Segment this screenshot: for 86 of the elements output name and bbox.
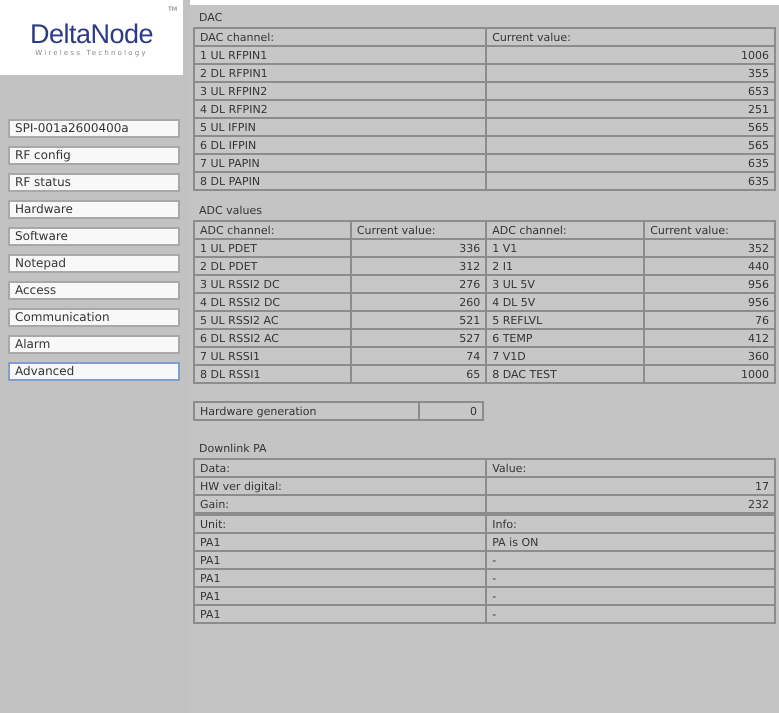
table-cell: 7 V1D xyxy=(486,347,644,365)
table-cell: HW ver digital: xyxy=(194,477,486,495)
sidebar-item[interactable]: Software xyxy=(8,227,180,246)
table-cell: PA1 xyxy=(194,569,486,587)
table-cell: 3 UL RFPIN2 xyxy=(194,82,486,100)
table-cell: 4 DL RFPIN2 xyxy=(194,100,486,118)
table-cell: 1 V1 xyxy=(486,239,644,257)
table-cell: 0 xyxy=(419,402,483,420)
table-cell: 2 DL PDET xyxy=(194,257,351,275)
table-cell: 565 xyxy=(486,136,775,154)
table-cell: 635 xyxy=(486,154,775,172)
table-cell: 8 DL PAPIN xyxy=(194,172,486,190)
table-cell: - xyxy=(486,587,775,605)
table-cell: - xyxy=(486,551,775,569)
table-cell: 7 UL PAPIN xyxy=(194,154,486,172)
table-cell: 2 DL RFPIN1 xyxy=(194,64,486,82)
table-cell: 521 xyxy=(350,311,486,329)
column-header: ADC channel: xyxy=(486,221,644,239)
sidebar-item[interactable]: Communication xyxy=(8,308,180,327)
sidebar-item[interactable]: SPI-001a2600400a xyxy=(8,119,180,138)
sidebar-item[interactable]: Notepad xyxy=(8,254,180,273)
table-cell: - xyxy=(486,605,775,623)
table-cell: 4 DL RSSI2 DC xyxy=(194,293,351,311)
table-cell: 336 xyxy=(350,239,486,257)
table-cell: 6 TEMP xyxy=(486,329,644,347)
column-header: Current value: xyxy=(644,221,775,239)
table-cell: 312 xyxy=(350,257,486,275)
table-cell: 2 I1 xyxy=(486,257,644,275)
sidebar-item[interactable]: RF status xyxy=(8,173,180,192)
table-cell: 565 xyxy=(486,118,775,136)
table-cell: - xyxy=(486,569,775,587)
table-cell: 956 xyxy=(644,275,775,293)
table-cell: Hardware generation xyxy=(194,402,420,420)
table-cell: 5 UL IFPIN xyxy=(194,118,486,136)
table-cell: 440 xyxy=(644,257,775,275)
table-cell: 65 xyxy=(350,365,486,383)
table-cell: 3 UL 5V xyxy=(486,275,644,293)
table-cell: 76 xyxy=(644,311,775,329)
table-cell: 8 DL RSSI1 xyxy=(194,365,351,383)
sidebar-item[interactable]: Advanced xyxy=(8,362,180,381)
logo-name: DeltaNode xyxy=(30,20,154,48)
table-cell: 3 UL RSSI2 DC xyxy=(194,275,351,293)
table-cell: 4 DL 5V xyxy=(486,293,644,311)
table-cell: 260 xyxy=(350,293,486,311)
table-cell: 251 xyxy=(486,100,775,118)
table-cell: PA1 xyxy=(194,605,486,623)
column-header: Unit: xyxy=(194,514,486,533)
table-cell: PA1 xyxy=(194,587,486,605)
table-cell: PA1 xyxy=(194,533,486,551)
table-cell: 5 UL RSSI2 AC xyxy=(194,311,351,329)
table-cell: 635 xyxy=(486,172,775,190)
table-cell: 1000 xyxy=(644,365,775,383)
table-cell: 1 UL PDET xyxy=(194,239,351,257)
table-cell: 276 xyxy=(350,275,486,293)
table-cell: 956 xyxy=(644,293,775,311)
column-header: DAC channel: xyxy=(194,28,486,46)
column-header: ADC channel: xyxy=(194,221,351,239)
table-cell: PA is ON xyxy=(486,533,775,551)
table-cell: 17 xyxy=(486,477,775,495)
table-cell: 352 xyxy=(644,239,775,257)
column-header: Value: xyxy=(486,459,775,477)
sidebar-item[interactable]: RF config xyxy=(8,146,180,165)
table-cell: 8 DAC TEST xyxy=(486,365,644,383)
column-header: Current value: xyxy=(486,28,775,46)
table-cell: PA1 xyxy=(194,551,486,569)
section-title: ADC values xyxy=(198,204,263,219)
table-cell: 6 DL RSSI2 AC xyxy=(194,329,351,347)
section-title: DAC xyxy=(198,11,224,26)
column-header: Info: xyxy=(486,514,775,533)
section-title: Downlink PA xyxy=(198,442,268,457)
sidebar-item[interactable]: Access xyxy=(8,281,180,300)
table-cell: 412 xyxy=(644,329,775,347)
sidebar-item[interactable]: Alarm xyxy=(8,335,180,354)
column-header: Data: xyxy=(194,459,486,477)
table-cell: 360 xyxy=(644,347,775,365)
table-cell: 1 UL RFPIN1 xyxy=(194,46,486,64)
table-cell: 74 xyxy=(350,347,486,365)
table-cell: 1006 xyxy=(486,46,775,64)
table-cell: 7 UL RSSI1 xyxy=(194,347,351,365)
table-cell: 6 DL IFPIN xyxy=(194,136,486,154)
column-header: Current value: xyxy=(350,221,486,239)
table-cell: 5 REFLVL xyxy=(486,311,644,329)
table-cell: 527 xyxy=(350,329,486,347)
sidebar-item[interactable]: Hardware xyxy=(8,200,180,219)
table-cell: 653 xyxy=(486,82,775,100)
table-cell: 355 xyxy=(486,64,775,82)
